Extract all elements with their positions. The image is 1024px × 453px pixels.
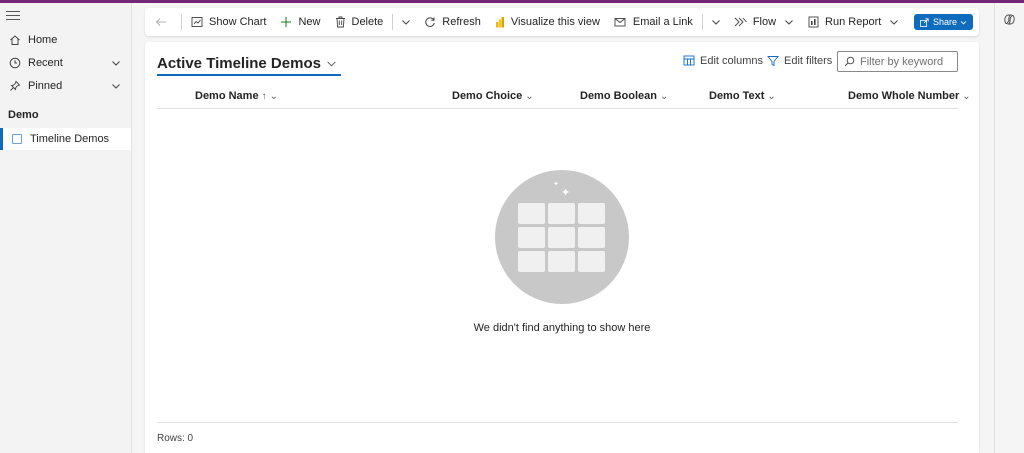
- email-link-button[interactable]: Email a Link: [607, 8, 700, 36]
- new-button[interactable]: New: [273, 8, 327, 36]
- filter-by-keyword-field[interactable]: [837, 51, 958, 72]
- chevron-down-icon: ⌄: [767, 90, 776, 102]
- rows-count: Rows: 0: [157, 433, 194, 444]
- email-link-icon: [614, 17, 626, 26]
- column-header-demo-whole-number[interactable]: Demo Whole Number ⌄: [848, 88, 971, 104]
- flow-button[interactable]: Flow: [727, 8, 801, 36]
- header-divider: [157, 108, 958, 109]
- footer-divider: [157, 422, 958, 423]
- sidebar-item-pinned[interactable]: Pinned: [0, 75, 131, 97]
- grid-tile-icon: [578, 251, 605, 272]
- share-icon: [920, 17, 929, 27]
- column-header-demo-boolean[interactable]: Demo Boolean ⌄: [580, 88, 668, 104]
- chevron-down-icon: [327, 60, 336, 66]
- delete-button[interactable]: Delete: [328, 8, 391, 36]
- toolbar-separator: [701, 14, 703, 30]
- show-chart-button[interactable]: Show Chart: [184, 8, 273, 36]
- copilot-icon[interactable]: [1003, 13, 1016, 29]
- chevron-down-icon: ⌄: [962, 90, 971, 102]
- column-header-demo-choice[interactable]: Demo Choice ⌄: [452, 88, 534, 104]
- chevron-down-icon: [402, 20, 411, 25]
- sidebar-item-label: Timeline Demos: [30, 133, 110, 145]
- toolbar-separator: [181, 14, 182, 30]
- email-link-chevron[interactable]: [705, 8, 727, 36]
- report-icon: [808, 16, 819, 28]
- command-bar: Show Chart New Delete Refresh Visualize …: [145, 8, 979, 36]
- chevron-down-icon: ⌄: [660, 90, 669, 102]
- empty-state-message: We didn't find anything to show here: [473, 322, 651, 334]
- edit-columns-button[interactable]: Edit columns: [683, 55, 763, 67]
- sort-ascending-icon: ↑: [261, 90, 267, 102]
- filter-icon: [767, 56, 779, 67]
- clock-icon: [8, 56, 22, 70]
- grid-view-panel: Active Timeline Demos Edit columns Edit …: [145, 42, 979, 453]
- refresh-button[interactable]: Refresh: [417, 8, 488, 36]
- chevron-down-icon: ⌄: [269, 90, 278, 102]
- more-commands-chevron[interactable]: [395, 8, 417, 36]
- back-button[interactable]: [155, 8, 179, 36]
- grid-tile-icon: [578, 227, 605, 248]
- sidebar-item-recent[interactable]: Recent: [0, 52, 131, 74]
- view-selector[interactable]: Active Timeline Demos: [157, 52, 341, 76]
- filter-input[interactable]: [860, 55, 956, 68]
- chart-icon: [191, 17, 203, 27]
- pin-icon: [8, 79, 22, 93]
- grid-tile-icon: [578, 203, 605, 224]
- share-button[interactable]: Share: [913, 14, 973, 30]
- grid-tile-icon: [548, 227, 575, 248]
- entity-icon: [12, 134, 22, 144]
- chevron-down-icon: [785, 20, 793, 25]
- right-side-pane: [994, 3, 1024, 453]
- sparkle-icon: ✦: [553, 181, 559, 188]
- search-icon: [844, 56, 855, 67]
- edit-columns-icon: [683, 55, 695, 66]
- chevron-down-icon: [890, 20, 899, 25]
- trash-icon: [335, 16, 345, 28]
- visualize-view-button[interactable]: Visualize this view: [488, 8, 607, 36]
- view-title: Active Timeline Demos: [157, 54, 321, 72]
- home-icon: [8, 33, 22, 47]
- chevron-down-icon[interactable]: [111, 57, 121, 71]
- chevron-down-icon: [711, 20, 720, 25]
- run-report-button[interactable]: Run Report: [801, 8, 906, 36]
- chevron-down-icon: [960, 20, 967, 25]
- chevron-down-icon[interactable]: [111, 80, 121, 94]
- sparkle-icon: ✦: [561, 187, 571, 199]
- sitemap-group-title: Demo: [8, 109, 39, 121]
- power-bi-icon: [495, 17, 504, 28]
- grid-tile-icon: [518, 251, 545, 272]
- sidebar-item-label: Home: [28, 34, 58, 46]
- edit-filters-button[interactable]: Edit filters: [767, 55, 832, 67]
- chevron-down-icon: ⌄: [525, 90, 534, 102]
- sidebar-item-home[interactable]: Home: [0, 29, 131, 51]
- sidebar-item-label: Recent: [28, 57, 63, 69]
- arrow-left-icon: [155, 18, 166, 26]
- grid-tile-icon: [518, 227, 545, 248]
- hamburger-menu-icon[interactable]: [6, 11, 20, 23]
- plus-icon: [281, 17, 292, 27]
- grid-tile-icon: [548, 203, 575, 224]
- column-header-demo-text[interactable]: Demo Text ⌄: [709, 88, 776, 104]
- app-top-accent-bar: [0, 0, 1024, 3]
- sidebar-item-label: Pinned: [28, 80, 63, 92]
- refresh-icon: [425, 17, 436, 27]
- column-header-demo-name[interactable]: Demo Name ↑ ⌄: [195, 88, 278, 104]
- sitemap-sidebar: Home Recent Pinned Demo Timeline Demos: [0, 3, 132, 453]
- grid-tile-icon: [548, 251, 575, 272]
- empty-state-illustration: ✦ ✦: [495, 170, 629, 304]
- flow-icon: [734, 17, 747, 27]
- grid-tile-icon: [518, 203, 545, 224]
- sidebar-item-timeline-demos[interactable]: Timeline Demos: [0, 128, 131, 150]
- toolbar-separator: [392, 14, 394, 30]
